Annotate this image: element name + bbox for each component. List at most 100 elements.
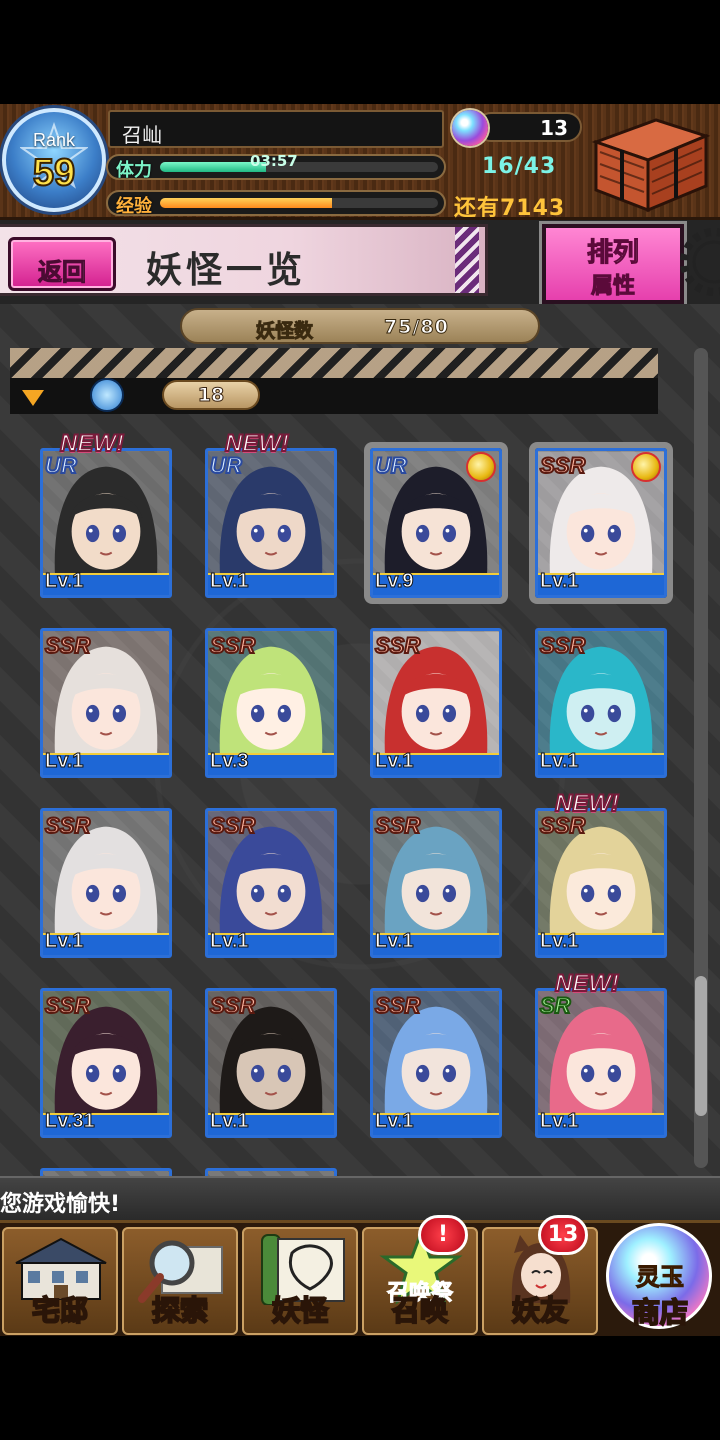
rarity-badge: SSR bbox=[539, 632, 586, 659]
level-label: Lv.1 bbox=[540, 930, 580, 953]
exp-fill bbox=[160, 198, 333, 208]
nav-mansion[interactable]: 宅邸 bbox=[2, 1227, 118, 1335]
nav-friends-label: 妖友 bbox=[511, 1293, 569, 1328]
nav-yokai-label: 妖怪 bbox=[271, 1293, 329, 1328]
yokai-card[interactable]: UR Lv.1 NEW! bbox=[205, 429, 337, 598]
yokai-card[interactable]: SSR Lv.31 bbox=[40, 988, 172, 1138]
new-badge: NEW! bbox=[554, 789, 620, 818]
sort-mode-label: 属性 bbox=[590, 274, 635, 300]
card-frame: UR Lv.1 bbox=[205, 448, 337, 598]
card-frame: SSR Lv.1 bbox=[205, 808, 337, 958]
yokai-card[interactable]: SSR Lv.1 bbox=[370, 628, 502, 778]
new-badge: NEW! bbox=[224, 429, 290, 458]
level-label: Lv.1 bbox=[375, 1110, 415, 1133]
yokai-card[interactable]: SSR Lv.1 NEW! bbox=[535, 789, 667, 958]
yokai-card[interactable]: UR Lv.1 NEW! bbox=[40, 429, 172, 598]
card-frame: UR Lv.1 bbox=[40, 448, 172, 598]
rarity-badge: SSR bbox=[374, 632, 421, 659]
nav-explore-label: 探索 bbox=[151, 1293, 209, 1328]
yokai-card[interactable]: SSR Lv.3 bbox=[205, 628, 337, 778]
card-frame bbox=[205, 1168, 337, 1176]
level-label: Lv.1 bbox=[45, 570, 85, 593]
card-frame: SSR Lv.1 bbox=[205, 988, 337, 1138]
yokai-card-partial[interactable] bbox=[205, 1168, 337, 1176]
yokai-card[interactable]: SSR Lv.1 bbox=[370, 988, 502, 1138]
crystal-orb-icon bbox=[452, 110, 488, 146]
yokai-card[interactable]: UR Lv.9 bbox=[370, 448, 502, 598]
card-frame: SSR Lv.1 bbox=[370, 628, 502, 778]
exp-label: 经验 bbox=[116, 196, 152, 217]
gold-medal-icon bbox=[466, 452, 496, 482]
rarity-badge: SSR bbox=[374, 812, 421, 839]
nav-shop-currency-label: 灵玉 bbox=[636, 1263, 685, 1292]
nav-summon-badge: ! bbox=[418, 1215, 468, 1255]
card-frame: SSR Lv.3 bbox=[205, 628, 337, 778]
level-label: Lv.1 bbox=[210, 570, 250, 593]
new-badge: NEW! bbox=[59, 429, 125, 458]
filter-value-pill[interactable]: 18 bbox=[162, 380, 260, 410]
yokai-count-label: 妖怪数 bbox=[255, 320, 314, 343]
nav-shop[interactable]: 灵玉 商店 bbox=[602, 1223, 718, 1335]
yokai-count-value: 75/80 bbox=[384, 316, 449, 339]
scrollbar[interactable] bbox=[694, 348, 708, 1168]
scrollbar-thumb[interactable] bbox=[695, 976, 707, 1116]
card-frame: SSR Lv.1 bbox=[40, 808, 172, 958]
rarity-badge: SSR bbox=[374, 992, 421, 1019]
nav-summon[interactable]: 召唤祭 ! 召唤 bbox=[362, 1215, 478, 1335]
rarity-badge: SSR bbox=[209, 632, 256, 659]
spirit-jade-count: 13 bbox=[540, 116, 568, 140]
level-label: Lv.1 bbox=[375, 930, 415, 953]
dropdown-arrow-icon[interactable] bbox=[22, 390, 44, 406]
rarity-badge: SSR bbox=[209, 992, 256, 1019]
system-nav-bar bbox=[0, 1336, 720, 1440]
rank-label: Rank bbox=[32, 130, 76, 150]
back-button[interactable]: 返回 bbox=[8, 237, 116, 291]
news-ticker: 您游戏愉快! bbox=[0, 1176, 720, 1220]
nav-mansion-label: 宅邸 bbox=[31, 1293, 89, 1328]
stamina-label: 体力 bbox=[116, 160, 152, 181]
card-frame: SSR Lv.1 bbox=[370, 988, 502, 1138]
player-name-box: 召屾 bbox=[108, 110, 444, 148]
yokai-card-partial[interactable] bbox=[40, 1168, 172, 1176]
level-label: Lv.31 bbox=[45, 1110, 96, 1133]
filter-stripe bbox=[10, 348, 658, 378]
yokai-card[interactable]: SSR Lv.1 bbox=[205, 808, 337, 958]
spirit-jade-counter[interactable]: 13 bbox=[476, 112, 582, 142]
level-label: Lv.1 bbox=[45, 750, 85, 773]
yokai-card[interactable]: SSR Lv.1 bbox=[40, 628, 172, 778]
treasure-chest-icon[interactable] bbox=[586, 112, 712, 216]
yokai-card[interactable]: SR Lv.1 NEW! bbox=[535, 969, 667, 1138]
stamina-bar: 体力 03:57 bbox=[106, 152, 446, 181]
yokai-list-panel[interactable]: 妖怪数 75/80 18 UR Lv.1 NEW! UR Lv.1 NEW! UR Lv.9 S… bbox=[0, 304, 720, 1176]
yokai-card[interactable]: SSR Lv.1 bbox=[535, 628, 667, 778]
card-frame: SSR Lv.1 bbox=[535, 808, 667, 958]
nav-friends[interactable]: 13 妖友 bbox=[482, 1215, 598, 1335]
sort-button-label: 排列 bbox=[586, 238, 639, 269]
exp-remaining: 还有7143 bbox=[454, 196, 566, 221]
rarity-badge: SSR bbox=[44, 992, 91, 1019]
nav-friends-badge: 13 bbox=[538, 1215, 588, 1255]
rank-badge[interactable]: Rank 59 bbox=[2, 108, 106, 212]
bottom-nav: 宅邸 探索 妖怪 召唤祭 ! 召唤 13 妖友 灵玉 商店 bbox=[0, 1215, 720, 1336]
water-element-icon[interactable] bbox=[90, 378, 124, 412]
nav-summon-label: 召唤 bbox=[391, 1293, 449, 1328]
yokai-card[interactable]: SSR Lv.1 bbox=[40, 808, 172, 958]
yokai-card[interactable]: SSR Lv.1 bbox=[370, 808, 502, 958]
filter-bar: 18 bbox=[10, 348, 658, 414]
back-button-label: 返回 bbox=[38, 258, 87, 287]
level-label: Lv.1 bbox=[45, 930, 85, 953]
yokai-card[interactable]: SSR Lv.1 bbox=[535, 448, 667, 598]
sort-button[interactable]: 排列 属性 bbox=[542, 224, 684, 304]
yokai-card[interactable]: SSR Lv.1 bbox=[205, 988, 337, 1138]
gear-icon bbox=[680, 228, 720, 296]
player-header: Rank 59 召屾 体力 03:57 经验 13 16/43 还有7143 bbox=[0, 104, 720, 221]
level-label: Lv.1 bbox=[210, 930, 250, 953]
stamina-timer: 03:57 bbox=[250, 152, 298, 170]
level-label: Lv.3 bbox=[210, 750, 250, 773]
gold-medal-icon bbox=[631, 452, 661, 482]
rarity-badge: UR bbox=[374, 452, 408, 479]
level-label: Lv.1 bbox=[540, 570, 580, 593]
nav-explore[interactable]: 探索 bbox=[122, 1227, 238, 1335]
nav-yokai[interactable]: 妖怪 bbox=[242, 1227, 358, 1335]
level-label: Lv.9 bbox=[375, 570, 415, 593]
